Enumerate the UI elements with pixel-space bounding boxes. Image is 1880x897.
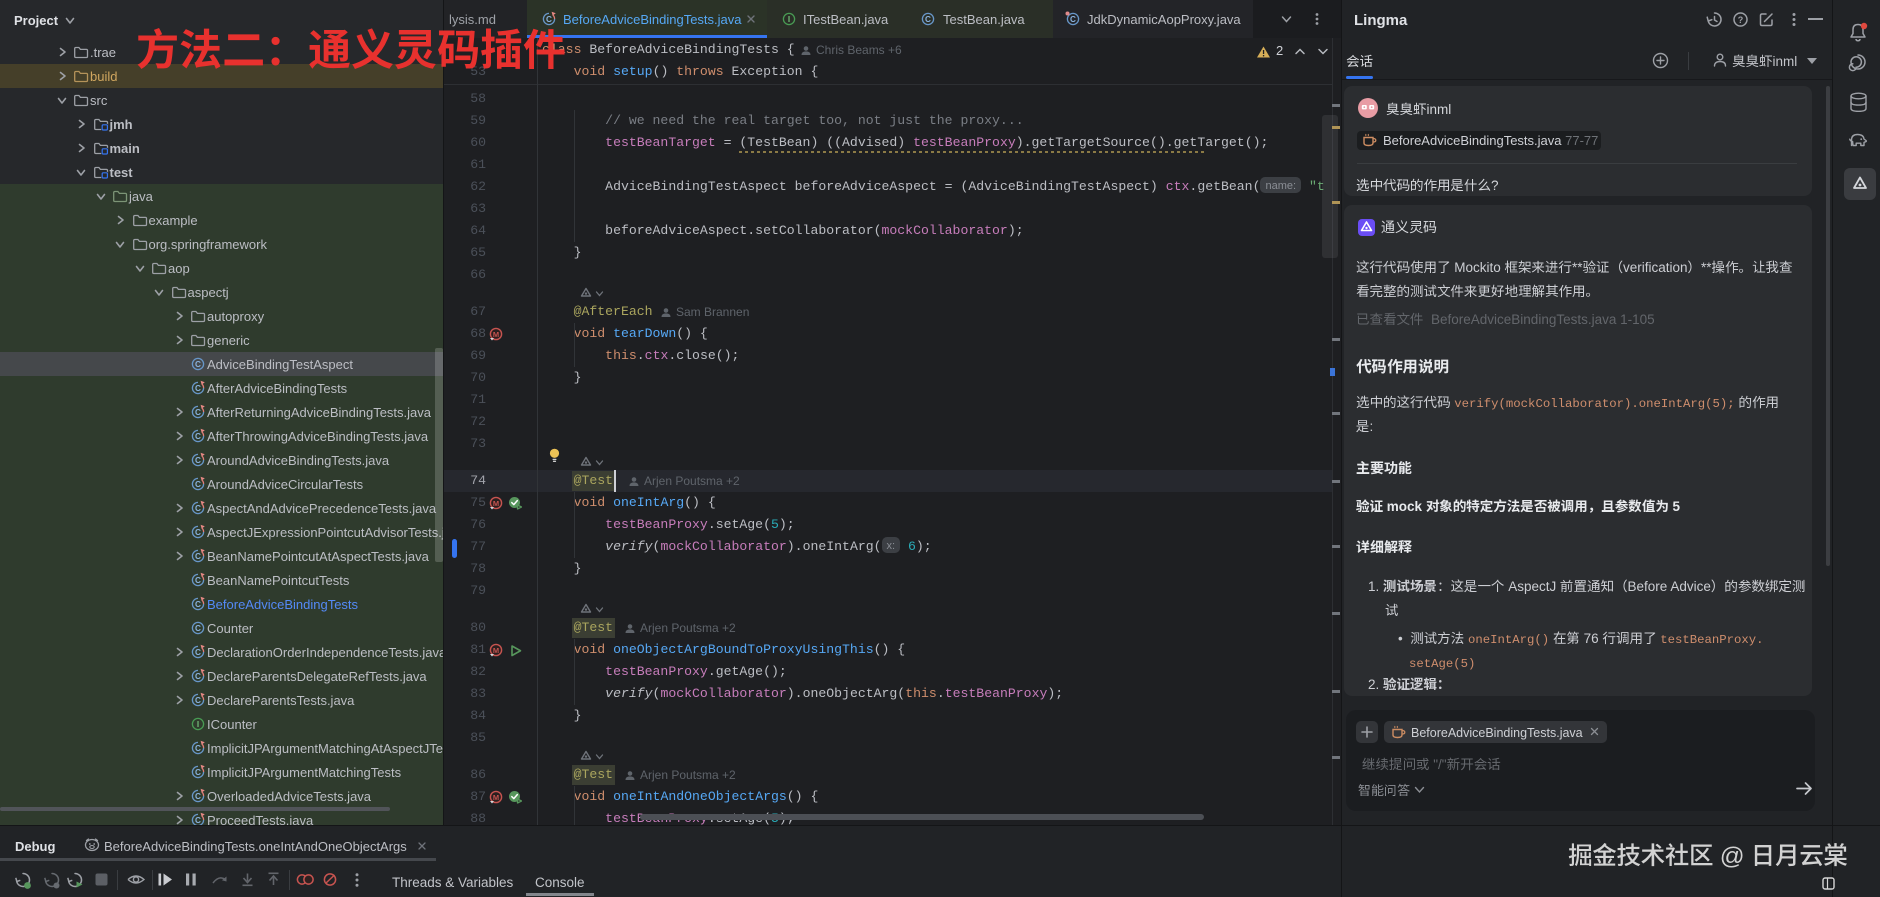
svg-text:?: ? xyxy=(1738,15,1744,25)
svg-text:C: C xyxy=(195,816,201,825)
svg-text:M: M xyxy=(493,330,499,339)
svg-text:C: C xyxy=(195,528,201,537)
svg-text:C: C xyxy=(195,768,201,777)
svg-text:C: C xyxy=(195,432,201,441)
svg-text:C: C xyxy=(195,456,201,465)
svg-text:C: C xyxy=(195,504,201,513)
svg-text:C: C xyxy=(195,480,201,489)
svg-text:C: C xyxy=(195,792,201,801)
svg-text:M: M xyxy=(493,499,499,508)
svg-text:C: C xyxy=(195,552,201,561)
svg-text:C: C xyxy=(195,384,201,393)
svg-text:C: C xyxy=(1070,15,1076,24)
svg-text:C: C xyxy=(195,624,201,633)
svg-text:C: C xyxy=(195,672,201,681)
svg-text:C: C xyxy=(925,15,931,24)
svg-text:M: M xyxy=(493,793,499,802)
svg-text:C: C xyxy=(195,576,201,585)
svg-text:I: I xyxy=(197,720,199,729)
svg-text:C: C xyxy=(195,744,201,753)
svg-text:C: C xyxy=(195,360,201,369)
svg-text:C: C xyxy=(195,600,201,609)
svg-text:C: C xyxy=(195,696,201,705)
svg-text:M: M xyxy=(493,646,499,655)
svg-text:C: C xyxy=(195,648,201,657)
svg-text:I: I xyxy=(788,15,790,24)
svg-text:C: C xyxy=(195,408,201,417)
